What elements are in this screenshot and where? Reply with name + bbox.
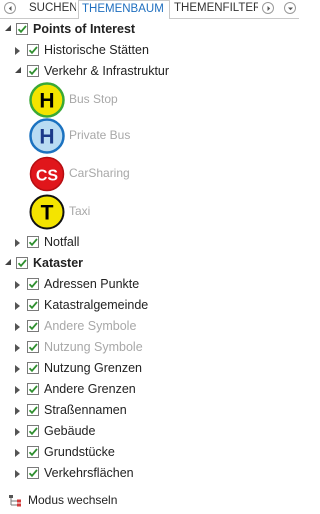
legend-label: CarSharing: [69, 166, 130, 180]
checkmark-icon: [28, 67, 38, 76]
tree-node-points-of-interest: Points of Interest: [0, 21, 299, 39]
tree-node-label: Adressen Punkte: [44, 277, 140, 291]
tree-node-label: Gebäude: [44, 424, 96, 438]
tree-node-label: Andere Grenzen: [44, 382, 136, 396]
taxi-symbol-icon: T: [29, 194, 65, 230]
tree-node-label: Verkehrsflächen: [44, 466, 134, 480]
tree-structure-icon: [9, 495, 21, 507]
layer-checkbox[interactable]: [27, 446, 39, 458]
tree-node-label: Historische Stätten: [44, 43, 149, 57]
tree-node-kataster: Kataster: [0, 255, 299, 273]
poi-checkbox[interactable]: [16, 23, 28, 35]
collapsed-arrow-icon[interactable]: [15, 344, 20, 352]
chevron-down-icon: [288, 7, 293, 11]
checkmark-icon: [28, 469, 38, 478]
tree-node-label: Katastralgemeinde: [44, 298, 149, 312]
layer-checkbox[interactable]: [27, 404, 39, 416]
collapsed-arrow-icon[interactable]: [15, 47, 20, 55]
tree-node-kataster-item: Andere Grenzen: [0, 381, 299, 399]
checkmark-icon: [28, 322, 38, 331]
tree-node-label: Points of Interest: [33, 22, 136, 36]
checkmark-icon: [28, 280, 38, 289]
tree-node-label: Nutzung Grenzen: [44, 361, 142, 375]
collapsed-arrow-icon[interactable]: [15, 281, 20, 289]
layer-checkbox[interactable]: [27, 341, 39, 353]
tree-node-kataster-item: Nutzung Symbole: [0, 339, 299, 357]
tree-node-kataster-item: Katastralgemeinde: [0, 297, 299, 315]
tree-node-kataster-item: Straßennamen: [0, 402, 299, 420]
tree-node-label: Grundstücke: [44, 445, 115, 459]
collapsed-arrow-icon[interactable]: [15, 365, 20, 373]
layer-checkbox[interactable]: [27, 467, 39, 479]
private-bus-symbol-icon: H: [29, 118, 65, 154]
collapsed-arrow-icon[interactable]: [15, 239, 20, 247]
layer-checkbox[interactable]: [27, 425, 39, 437]
carsharing-symbol-icon: CS: [29, 156, 65, 192]
collapsed-arrow-icon[interactable]: [15, 302, 20, 310]
collapsed-arrow-icon[interactable]: [15, 323, 20, 331]
svg-text:H: H: [39, 90, 54, 113]
tree-node-kataster-item: Adressen Punkte: [0, 276, 299, 294]
tree-node-label: Nutzung Symbole: [44, 340, 143, 354]
chevron-left-icon: [8, 6, 12, 11]
svg-text:H: H: [39, 126, 54, 149]
svg-text:CS: CS: [36, 168, 59, 185]
svg-text:T: T: [41, 202, 54, 225]
tree-node-label: Andere Symbole: [44, 319, 137, 333]
tab-themenbaum[interactable]: THEMENBAUM: [78, 0, 170, 19]
collapsed-arrow-icon[interactable]: [15, 407, 20, 415]
layer-checkbox[interactable]: [27, 278, 39, 290]
tab-themenfilter[interactable]: THEMENFILTER: [171, 0, 258, 18]
checkmark-icon: [28, 364, 38, 373]
switch-mode-label: Modus wechseln: [28, 493, 118, 507]
kataster-checkbox[interactable]: [16, 257, 28, 269]
collapsed-arrow-icon[interactable]: [15, 470, 20, 478]
layer-checkbox[interactable]: [27, 299, 39, 311]
collapsed-arrow-icon[interactable]: [15, 386, 20, 394]
tree-node-label: Straßennamen: [44, 403, 127, 417]
tree-node-historische-staetten: Historische Stätten: [0, 42, 299, 60]
legend-label: Taxi: [69, 204, 91, 218]
collapsed-arrow-icon[interactable]: [15, 449, 20, 457]
notfall-checkbox[interactable]: [27, 236, 39, 248]
checkmark-icon: [28, 448, 38, 457]
checkmark-icon: [28, 238, 38, 247]
legend-label: Bus Stop: [69, 92, 118, 106]
checkmark-icon: [17, 259, 27, 268]
tree-node-kataster-item: Andere Symbole: [0, 318, 299, 336]
tree-node-kataster-item: Grundstücke: [0, 444, 299, 462]
checkmark-icon: [28, 385, 38, 394]
tree-node-kataster-item: Verkehrsflächen: [0, 465, 299, 483]
checkmark-icon: [17, 25, 27, 34]
chevron-right-icon: [267, 6, 271, 11]
tab-suchen[interactable]: SUCHEN: [26, 0, 76, 18]
checkmark-icon: [28, 343, 38, 352]
tab-bar: SUCHEN THEMENBAUM THEMENFILTER: [0, 0, 299, 19]
tree-node-notfall: Notfall: [0, 234, 299, 252]
layer-checkbox[interactable]: [27, 362, 39, 374]
traffic-checkbox[interactable]: [27, 65, 39, 77]
tab-menu-button[interactable]: [284, 2, 296, 14]
expanded-arrow-icon[interactable]: [4, 24, 12, 32]
checkmark-icon: [28, 406, 38, 415]
tree-node-kataster-item: Nutzung Grenzen: [0, 360, 299, 378]
checkmark-icon: [28, 301, 38, 310]
tree-node-label: Verkehr & Infrastruktur: [44, 64, 170, 78]
expanded-arrow-icon[interactable]: [4, 258, 12, 266]
legend-label: Private Bus: [69, 128, 131, 142]
checkmark-icon: [28, 427, 38, 436]
layer-checkbox[interactable]: [27, 320, 39, 332]
scroll-right-button[interactable]: [262, 2, 274, 14]
historic-checkbox[interactable]: [27, 44, 39, 56]
layer-checkbox[interactable]: [27, 383, 39, 395]
tree-node-label: Kataster: [33, 256, 84, 270]
tree-node-verkehr-infrastruktur: Verkehr & Infrastruktur: [0, 63, 299, 81]
tree-node-label: Notfall: [44, 235, 80, 249]
bus-stop-symbol-icon: H: [29, 82, 65, 118]
checkmark-icon: [28, 46, 38, 55]
expanded-arrow-icon[interactable]: [14, 66, 22, 74]
tree-node-kataster-item: Gebäude: [0, 423, 299, 441]
collapsed-arrow-icon[interactable]: [15, 428, 20, 436]
scroll-left-button[interactable]: [4, 2, 16, 14]
